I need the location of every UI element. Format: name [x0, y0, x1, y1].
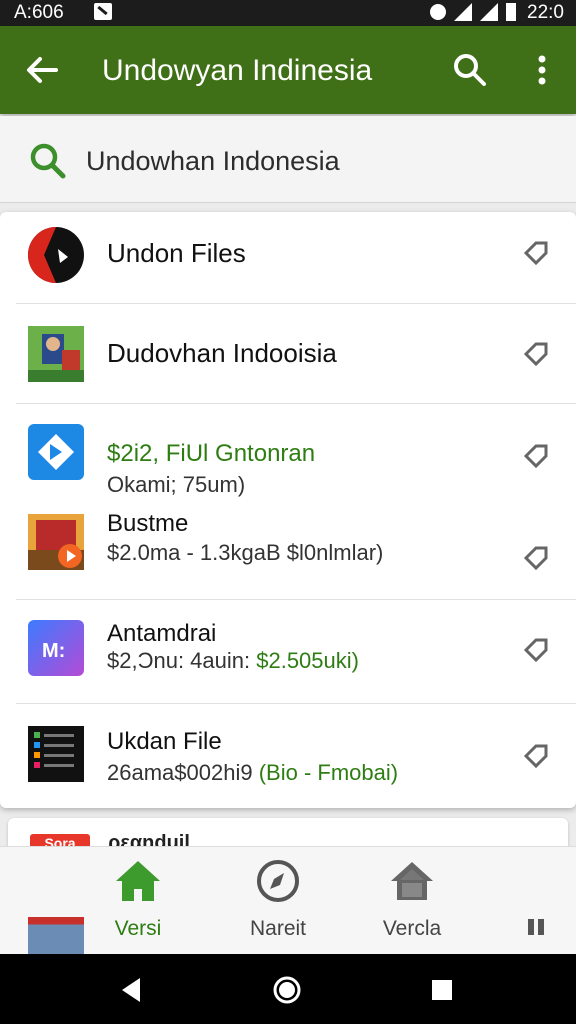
status-bar: A:606 22:0	[0, 0, 576, 26]
signal-icon-2	[480, 3, 498, 21]
list-item[interactable]: $2i2, FiUl Gntonran Okami; 75um)	[0, 404, 576, 500]
item-title: Antamdrai	[107, 620, 217, 647]
back-arrow-icon[interactable]	[24, 52, 60, 88]
item-price: $2.505uki)	[256, 648, 359, 673]
item-subtitle: Okami; 75um)	[107, 472, 246, 497]
item-subtitle-text: $2,Ɔnu: 4auin:	[107, 648, 251, 673]
nav-label: Versi	[114, 917, 162, 940]
nav-tab-nareit[interactable]: Nareit	[218, 859, 338, 941]
app-toolbar: Undowyan Indinesia	[0, 26, 576, 114]
more-vert-icon[interactable]	[528, 52, 556, 88]
home-icon	[116, 861, 160, 901]
list-item[interactable]: M: Antamdrai $2,Ɔnu: 4auin: $2.505uki)	[0, 600, 576, 702]
notification-icon	[94, 3, 112, 20]
tag-icon[interactable]	[522, 442, 550, 470]
app-icon	[28, 227, 84, 283]
app-icon	[28, 326, 84, 382]
list-item[interactable]: Dudovhan Indooisia	[0, 304, 576, 402]
home-circle-icon[interactable]	[271, 974, 303, 1006]
item-title: Undon Files	[107, 238, 246, 268]
item-price: (Bio - Fmobai)	[258, 760, 399, 785]
list-item[interactable]: Bustme $2.0ma - 1.3kgaB $l0nlmlar)	[0, 502, 576, 598]
item-title: Dudovhan Indooisia	[107, 338, 337, 368]
pause-icon[interactable]	[526, 919, 546, 937]
signal-icon	[454, 3, 472, 21]
app-icon	[28, 514, 84, 570]
system-nav-bar	[0, 954, 576, 1024]
alarm-icon	[430, 4, 446, 20]
status-icons	[430, 3, 516, 21]
tag-icon[interactable]	[522, 636, 550, 664]
item-title: Bustme	[107, 510, 189, 537]
tag-icon[interactable]	[522, 340, 550, 368]
search-input[interactable]: Undowhan Indonesia	[86, 146, 340, 177]
svg-text:M:: M:	[42, 640, 65, 662]
item-title: Ukdan File	[107, 728, 222, 755]
nav-label: Nareit	[249, 917, 307, 940]
nav-label: Vercla	[382, 917, 442, 940]
tag-icon[interactable]	[522, 544, 550, 572]
tag-icon[interactable]	[522, 239, 550, 267]
status-time: A:606	[14, 2, 64, 23]
compass-icon	[257, 860, 299, 902]
back-triangle-icon[interactable]	[116, 974, 148, 1006]
search-bar[interactable]: Undowhan Indonesia	[0, 116, 576, 203]
search-icon[interactable]	[452, 52, 488, 88]
item-subtitle-text: 26ama$002hi9	[107, 760, 253, 785]
search-icon	[30, 143, 66, 179]
nav-tab-vercla[interactable]: Vercla	[352, 859, 472, 941]
item-title: $2i2, FiUl Gntonran	[107, 440, 316, 467]
nav-tab-versi[interactable]: Versi	[78, 859, 198, 941]
app-icon: M:	[28, 620, 84, 676]
item-subtitle: $2,Ɔnu: 4auin: $2.505uki)	[107, 648, 359, 674]
recents-square-icon[interactable]	[426, 974, 458, 1006]
list-item[interactable]: Ukdan File 26ama$002hi9 (Bio - Fmobai)	[0, 704, 576, 808]
battery-icon	[506, 3, 516, 21]
page-title: Undowyan Indinesia	[102, 54, 373, 87]
item-subtitle: $2.0ma - 1.3kgaB $l0nlmlar)	[107, 540, 384, 565]
status-clock: 22:0	[527, 2, 564, 23]
bottom-navigation: Versi Nareit Vercla	[0, 846, 576, 955]
app-icon	[28, 424, 84, 480]
list-item[interactable]: Undon Files	[0, 212, 576, 302]
tag-icon[interactable]	[522, 742, 550, 770]
results-list: Undon Files Dudovhan Indooisia $2i2, FiU…	[0, 212, 576, 808]
home-outline-icon	[391, 862, 433, 900]
item-subtitle: 26ama$002hi9 (Bio - Fmobai)	[107, 760, 398, 786]
thumbnail-image	[28, 917, 84, 955]
app-icon	[28, 726, 84, 782]
